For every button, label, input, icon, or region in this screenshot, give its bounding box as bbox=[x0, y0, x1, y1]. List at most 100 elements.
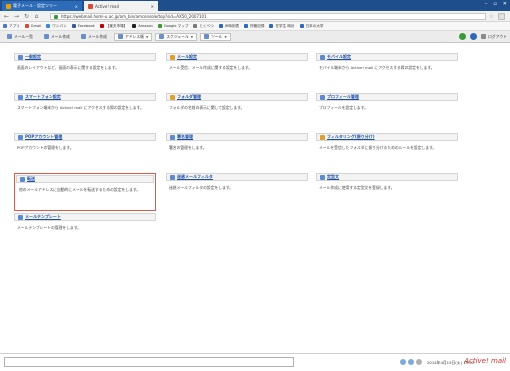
settings-card: モバイル設定 モバイル端末から Active! mail にアクセスする際の設定を… bbox=[316, 53, 458, 91]
bookmark-item[interactable]: Amazon bbox=[132, 24, 153, 28]
forward-icon[interactable]: → bbox=[13, 13, 20, 20]
url-text: https://webmail.homi-u.ac.jp/am_bin/amco… bbox=[61, 14, 207, 19]
chevron-down-icon[interactable]: ▼ bbox=[146, 35, 148, 39]
settings-card-link[interactable]: フィルタリング(振り分け) bbox=[316, 133, 458, 141]
toolbar-button-icon bbox=[80, 34, 86, 39]
bookmark-item[interactable]: 在学生 時計 bbox=[269, 24, 295, 29]
settings-category-icon bbox=[170, 94, 175, 100]
toolbar-button-label: ツール bbox=[211, 33, 223, 39]
settings-card-link[interactable]: 転送 bbox=[16, 175, 154, 183]
toolbar-button[interactable]: アドレス帳 ▼ bbox=[113, 32, 153, 41]
home-icon[interactable]: ⌂ bbox=[33, 13, 40, 20]
settings-card: メール設定 メール受信、メール作成に関する設定をします。 bbox=[166, 53, 308, 91]
toolbar-button[interactable]: メール一覧 bbox=[3, 33, 37, 41]
settings-card-link[interactable]: プロフィール管理 bbox=[316, 93, 458, 101]
settings-card-link[interactable]: 署名管理 bbox=[166, 133, 308, 141]
status-icon[interactable] bbox=[400, 359, 406, 365]
bookmark-item[interactable]: 所管記録 bbox=[244, 24, 264, 29]
toolbar-right: ログアウト bbox=[459, 33, 507, 40]
settings-card-link[interactable]: 迷惑メールフィルタ bbox=[166, 173, 308, 181]
settings-category-icon bbox=[320, 54, 325, 60]
bookmark-icon bbox=[132, 24, 137, 28]
bookmark-item[interactable]: 日本の大学 bbox=[299, 23, 324, 29]
tab-2[interactable]: Active! mail × bbox=[84, 1, 158, 11]
settings-category-icon bbox=[320, 134, 325, 140]
toolbar-button-label: アドレス帳 bbox=[124, 33, 144, 39]
bookmark-item[interactable]: アプリ bbox=[3, 24, 20, 29]
settings-card-link[interactable]: モバイル設定 bbox=[316, 53, 458, 61]
settings-category-icon bbox=[18, 214, 23, 220]
bookmark-item[interactable]: JR時刻表 bbox=[218, 24, 239, 29]
settings-card-title: 署名管理 bbox=[177, 134, 193, 139]
toolbar-button-label: メール作成 bbox=[50, 33, 70, 39]
lock-icon bbox=[54, 15, 58, 19]
chevron-down-icon[interactable]: ▼ bbox=[191, 35, 193, 39]
settings-category-icon bbox=[18, 54, 23, 60]
minimize-icon[interactable]: – bbox=[485, 1, 488, 7]
bookmarks-bar: アプリ Gmail ワンパン Facebook 【楽天市場】 Amazon Google マ… bbox=[0, 22, 510, 31]
reload-icon[interactable]: ↻ bbox=[23, 13, 30, 20]
settings-card: フォルダ管理フォルダの名前の表示に関して設定します。 bbox=[166, 93, 308, 131]
logout-icon bbox=[481, 34, 487, 39]
chevron-down-icon[interactable]: ▼ bbox=[224, 35, 226, 39]
toolbar-button[interactable]: ツール ▼ bbox=[200, 32, 231, 41]
settings-card: 定型文 メール作成に使用する定型文を登録します。 bbox=[316, 173, 458, 211]
settings-card-link[interactable]: メールテンプレート bbox=[14, 213, 156, 221]
app-toolbar: メール一覧 メール作成 メール作成 アドレス帳 ▼ スケジュール ▼ ツール ▼ ログアウト bbox=[0, 31, 510, 43]
settings-card-description: フォルダの名前の表示に関して設定します。 bbox=[169, 105, 245, 110]
settings-card-description: POPアカウントの管理をします。 bbox=[17, 145, 74, 150]
settings-card-link[interactable]: フォルダ管理 bbox=[166, 93, 308, 101]
status-icon[interactable] bbox=[416, 359, 422, 365]
settings-card-title: フォルダ管理 bbox=[177, 94, 201, 99]
tab-close-icon[interactable]: × bbox=[75, 4, 78, 9]
browser-menu-icon[interactable] bbox=[498, 13, 505, 20]
bookmark-label: 日本の大学 bbox=[305, 23, 324, 28]
maximize-icon[interactable]: ▫ bbox=[493, 1, 496, 7]
settings-card-link[interactable]: POPアカウント管理 bbox=[14, 133, 156, 141]
toolbar-button[interactable]: メール作成 bbox=[40, 33, 74, 41]
settings-card: 迷惑メールフィルタ 迷惑メールフィルタの設定をします。 bbox=[166, 173, 308, 211]
bookmark-item[interactable]: Facebook bbox=[71, 24, 95, 28]
settings-card: POPアカウント管理 POPアカウントの管理をします。 bbox=[14, 133, 156, 171]
bookmark-label: ワンパン bbox=[52, 23, 67, 28]
tab-close-icon[interactable]: × bbox=[151, 4, 154, 9]
settings-card-title: モバイル設定 bbox=[327, 54, 351, 59]
settings-card-description: 画面のレイアウトなど、画面の表示に関する設定をします。 bbox=[17, 65, 119, 70]
settings-card-link[interactable]: メール設定 bbox=[166, 53, 308, 61]
settings-card-description: スマートフォン端末から Active! mail にアクセスする際の設定をします… bbox=[17, 105, 144, 110]
settings-card-link[interactable]: 一般設定 bbox=[14, 53, 156, 61]
bookmark-label: Google マップ bbox=[163, 23, 189, 28]
settings-card-link[interactable]: 定型文 bbox=[316, 173, 458, 181]
settings-card-description: メールテンプレートの管理をします。 bbox=[17, 225, 82, 230]
bookmark-star-icon[interactable]: ☆ bbox=[489, 13, 494, 20]
status-icon[interactable] bbox=[408, 359, 414, 365]
settings-category-icon bbox=[170, 174, 175, 180]
status-bar: 2014年4月15日(火) 15:01 Active! mail bbox=[0, 353, 510, 371]
tab-1[interactable]: 電子メール - 設定ツリー × bbox=[2, 1, 82, 11]
settings-card: スマートフォン設定 スマートフォン端末から Active! mail にアクセスす… bbox=[14, 93, 156, 131]
settings-panel: 一般設定画面のレイアウトなど、画面の表示に関する設定をします。 メール設定 メール受… bbox=[0, 43, 510, 353]
bookmark-item[interactable]: とくべつ bbox=[193, 24, 214, 29]
bookmark-item[interactable]: Gmail bbox=[24, 24, 41, 28]
settings-card-title: 転送 bbox=[27, 176, 35, 181]
settings-category-icon bbox=[18, 134, 23, 140]
tab-favicon-icon bbox=[88, 3, 93, 9]
bookmark-item[interactable]: Google マップ bbox=[157, 23, 189, 29]
settings-category-icon bbox=[170, 134, 175, 140]
url-input[interactable]: https://webmail.homi-u.ac.jp/am_bin/amco… bbox=[50, 13, 486, 20]
help-icon[interactable] bbox=[470, 33, 478, 40]
logout-button[interactable]: ログアウト bbox=[481, 34, 507, 40]
bookmark-label: 所管記録 bbox=[250, 23, 265, 28]
close-window-icon[interactable]: ✕ bbox=[503, 1, 507, 7]
bookmark-item[interactable]: 【楽天市場】 bbox=[99, 24, 127, 29]
bookmark-label: Amazon bbox=[138, 24, 153, 28]
bookmark-item[interactable]: ワンパン bbox=[46, 24, 67, 29]
toolbar-button-label: スケジュール bbox=[166, 33, 189, 39]
status-green-icon[interactable] bbox=[459, 33, 467, 40]
toolbar-button-label: メール作成 bbox=[87, 33, 107, 39]
bookmark-icon bbox=[193, 24, 198, 28]
toolbar-button[interactable]: スケジュール ▼ bbox=[155, 32, 198, 41]
settings-card-link[interactable]: スマートフォン設定 bbox=[14, 93, 156, 101]
toolbar-button[interactable]: メール作成 bbox=[77, 33, 111, 41]
back-icon[interactable]: ← bbox=[3, 13, 10, 20]
